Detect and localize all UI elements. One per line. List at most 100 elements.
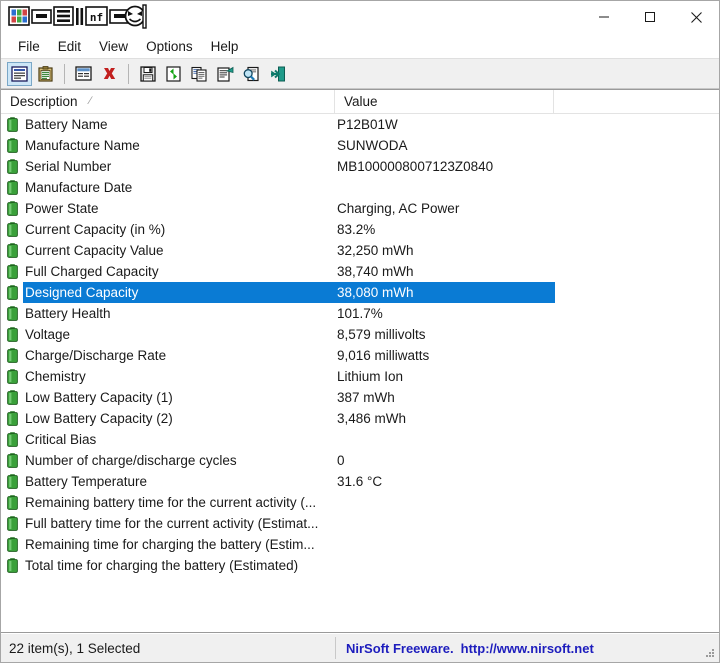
table-row[interactable]: Voltage8,579 millivolts <box>1 324 719 345</box>
find-icon <box>243 66 260 82</box>
table-row-content: Remaining time for charging the battery … <box>23 534 719 555</box>
battery-icon <box>1 411 23 426</box>
column-header-description-label: Description <box>10 94 78 109</box>
table-row[interactable]: Designed Capacity38,080 mWh <box>1 282 719 303</box>
toolbar-separator-1 <box>64 64 65 84</box>
table-row[interactable]: Full battery time for the current activi… <box>1 513 719 534</box>
table-row[interactable]: Number of charge/discharge cycles0 <box>1 450 719 471</box>
menu-file[interactable]: File <box>9 37 49 56</box>
table-row[interactable]: ChemistryLithium Ion <box>1 366 719 387</box>
status-vendor-pane: NirSoft Freeware. http://www.nirsoft.net <box>336 637 719 659</box>
cell-value: MB1000008007123Z0840 <box>335 159 554 174</box>
table-row-content: Battery Health101.7% <box>23 303 719 324</box>
refresh-button[interactable] <box>161 62 186 86</box>
open-window-button[interactable] <box>71 62 96 86</box>
find-button[interactable] <box>239 62 264 86</box>
table-row[interactable]: Manufacture NameSUNWODA <box>1 135 719 156</box>
table-row[interactable]: Power StateCharging, AC Power <box>1 198 719 219</box>
battery-icon <box>1 117 23 132</box>
table-row[interactable]: Remaining time for charging the battery … <box>1 534 719 555</box>
battery-icon <box>1 306 23 321</box>
show-log-button[interactable] <box>33 62 58 86</box>
menu-options[interactable]: Options <box>137 37 202 56</box>
table-row-content: Low Battery Capacity (1)387 mWh <box>23 387 719 408</box>
table-row-content: Designed Capacity38,080 mWh <box>23 282 555 303</box>
battery-icon <box>1 180 23 195</box>
cell-value: 0 <box>335 453 554 468</box>
table-row[interactable]: Battery NameP12B01W <box>1 114 719 135</box>
table-row[interactable]: Full Charged Capacity38,740 mWh <box>1 261 719 282</box>
minimize-button[interactable] <box>581 1 627 33</box>
menu-bar: File Edit View Options Help <box>1 34 719 58</box>
table-row[interactable]: Manufacture Date <box>1 177 719 198</box>
cell-value: 8,579 millivolts <box>335 327 554 342</box>
cell-description: Current Capacity Value <box>23 243 335 258</box>
table-row-content: Serial NumberMB1000008007123Z0840 <box>23 156 719 177</box>
cell-description: Designed Capacity <box>23 285 335 300</box>
table-row[interactable]: Battery Temperature31.6 °C <box>1 471 719 492</box>
battery-info-window: nf <box>0 0 720 663</box>
battery-icon <box>1 474 23 489</box>
cell-description: Manufacture Date <box>23 180 335 195</box>
cell-description: Voltage <box>23 327 335 342</box>
battery-icon <box>1 390 23 405</box>
table-row[interactable]: Current Capacity Value32,250 mWh <box>1 240 719 261</box>
cell-value: P12B01W <box>335 117 554 132</box>
cell-description: Low Battery Capacity (1) <box>23 390 335 405</box>
save-button[interactable] <box>135 62 160 86</box>
close-icon <box>690 11 703 24</box>
table-row-content: Current Capacity (in %)83.2% <box>23 219 719 240</box>
cell-description: Full Charged Capacity <box>23 264 335 279</box>
properties-button[interactable] <box>213 62 238 86</box>
properties-icon <box>217 66 234 82</box>
maximize-icon <box>644 11 656 23</box>
cell-description: Remaining battery time for the current a… <box>23 495 335 510</box>
table-row-content: Battery Temperature31.6 °C <box>23 471 719 492</box>
table-row[interactable]: Current Capacity (in %)83.2% <box>1 219 719 240</box>
table-row[interactable]: Low Battery Capacity (2)3,486 mWh <box>1 408 719 429</box>
table-row-content: Manufacture NameSUNWODA <box>23 135 719 156</box>
cell-description: Power State <box>23 201 335 216</box>
column-header-description[interactable]: Description ∕ <box>1 90 335 113</box>
cell-description: Total time for charging the battery (Est… <box>23 558 335 573</box>
cell-value: 31.6 °C <box>335 474 554 489</box>
table-row[interactable]: Serial NumberMB1000008007123Z0840 <box>1 156 719 177</box>
copy-button[interactable] <box>187 62 212 86</box>
properties-window-icon <box>11 66 28 82</box>
battery-icon <box>1 222 23 237</box>
toolbar <box>1 58 719 89</box>
menu-view[interactable]: View <box>90 37 137 56</box>
app-logo: nf <box>7 2 147 30</box>
column-header-value[interactable]: Value <box>335 90 554 113</box>
table-row[interactable]: Charge/Discharge Rate9,016 milliwatts <box>1 345 719 366</box>
cell-description: Battery Health <box>23 306 335 321</box>
table-row[interactable]: Remaining battery time for the current a… <box>1 492 719 513</box>
red-x-icon <box>102 66 117 81</box>
cell-value: 83.2% <box>335 222 554 237</box>
resize-grip-icon[interactable] <box>704 647 716 659</box>
cell-description: Number of charge/discharge cycles <box>23 453 335 468</box>
cell-description: Current Capacity (in %) <box>23 222 335 237</box>
menu-edit[interactable]: Edit <box>49 37 90 56</box>
delete-button[interactable] <box>97 62 122 86</box>
close-button[interactable] <box>673 1 719 33</box>
battery-info-list[interactable]: Description ∕ Value Battery NameP12B01WM… <box>1 89 719 633</box>
table-row-content: Full Charged Capacity38,740 mWh <box>23 261 719 282</box>
battery-icon <box>1 243 23 258</box>
show-battery-info-button[interactable] <box>7 62 32 86</box>
exit-button[interactable] <box>265 62 290 86</box>
table-row[interactable]: Total time for charging the battery (Est… <box>1 555 719 576</box>
menu-help[interactable]: Help <box>202 37 248 56</box>
sort-ascending-icon: ∕ <box>90 96 92 107</box>
cell-value: 387 mWh <box>335 390 554 405</box>
table-row[interactable]: Critical Bias <box>1 429 719 450</box>
maximize-button[interactable] <box>627 1 673 33</box>
nirsoft-website-link[interactable]: http://www.nirsoft.net <box>461 641 594 656</box>
cell-description: Charge/Discharge Rate <box>23 348 335 363</box>
cell-description: Critical Bias <box>23 432 335 447</box>
battery-icon <box>1 201 23 216</box>
table-row-content: Remaining battery time for the current a… <box>23 492 719 513</box>
table-row[interactable]: Battery Health101.7% <box>1 303 719 324</box>
table-row[interactable]: Low Battery Capacity (1)387 mWh <box>1 387 719 408</box>
list-header-row: Description ∕ Value <box>1 90 719 114</box>
